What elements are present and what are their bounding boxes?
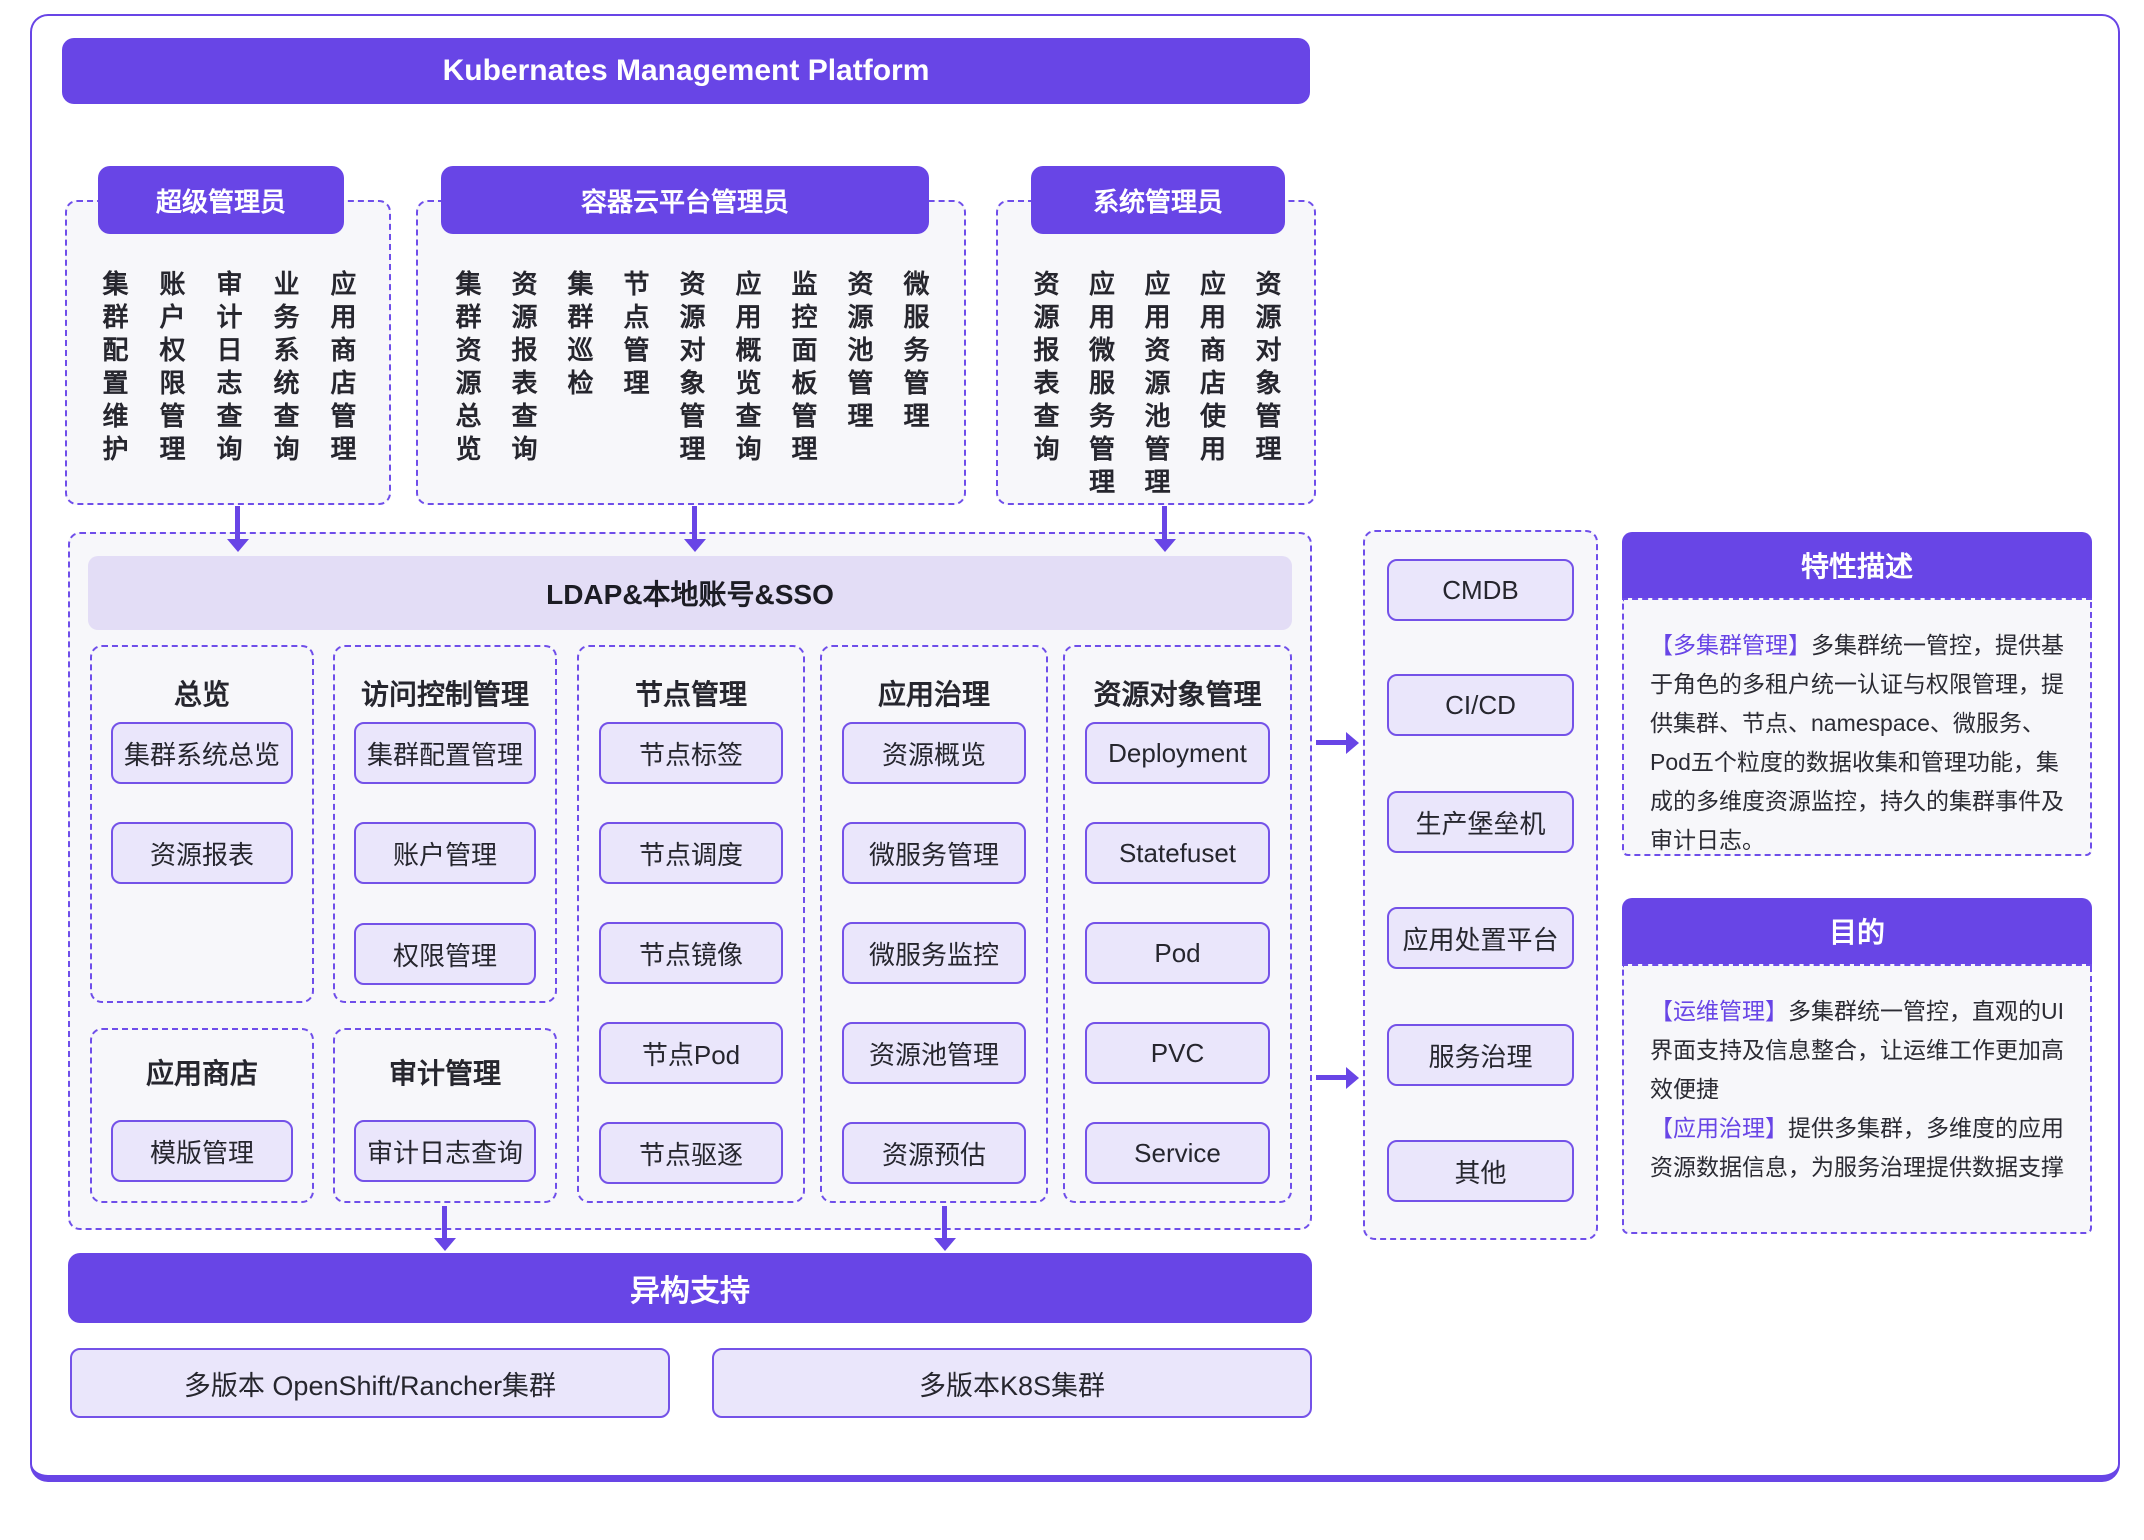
module-item: 节点Pod xyxy=(599,1022,783,1084)
integration-item: 服务治理 xyxy=(1387,1024,1574,1086)
module-item: 节点调度 xyxy=(599,822,783,884)
module-panel-resource-objects: 资源对象管理 Deployment Statefuset Pod PVC Ser… xyxy=(1063,645,1292,1203)
flow-arrow-right-icon xyxy=(1316,1075,1346,1080)
role-permission: 集群资源总览 xyxy=(454,270,480,468)
module-item: 账户管理 xyxy=(354,822,536,884)
role-permission-list: 资源报表查询 应用微服务管理 应用资源池管理 应用商店使用 资源对象管理 xyxy=(1032,270,1280,501)
cluster-box-openshift-rancher: 多版本 OpenShift/Rancher集群 xyxy=(70,1348,670,1418)
role-permission: 资源对象管理 xyxy=(1254,270,1280,501)
role-permission: 资源对象管理 xyxy=(678,270,704,468)
module-item: 资源报表 xyxy=(111,822,293,884)
purpose-panel-header: 目的 xyxy=(1622,898,2092,964)
role-permission: 资源报表查询 xyxy=(1032,270,1058,501)
role-permission: 节点管理 xyxy=(622,270,648,468)
purpose-tag: 【应用治理】 xyxy=(1650,1115,1788,1141)
role-permission: 应用商店管理 xyxy=(329,270,355,468)
role-permission-list: 集群资源总览 资源报表查询 集群巡检 节点管理 资源对象管理 应用概览查询 监控… xyxy=(454,270,928,468)
flow-arrow-right-icon xyxy=(1316,740,1346,745)
module-item: Statefuset xyxy=(1085,822,1270,884)
module-item: 微服务管理 xyxy=(842,822,1026,884)
feature-text: 多集群统一管控，提供基于角色的多租户统一认证与权限管理，提供集群、节点、name… xyxy=(1650,632,2064,853)
module-item: 节点标签 xyxy=(599,722,783,784)
module-panel-app-governance: 应用治理 资源概览 微服务管理 微服务监控 资源池管理 资源预估 xyxy=(820,645,1048,1203)
role-header-system-admin: 系统管理员 xyxy=(1031,166,1285,234)
role-permission: 资源池管理 xyxy=(846,270,872,468)
role-permission: 监控面板管理 xyxy=(790,270,816,468)
module-item: PVC xyxy=(1085,1022,1270,1084)
role-panel-system-admin: 资源报表查询 应用微服务管理 应用资源池管理 应用商店使用 资源对象管理 xyxy=(996,200,1316,505)
auth-bar: LDAP&本地账号&SSO xyxy=(88,556,1292,630)
purpose-tag: 【运维管理】 xyxy=(1650,998,1788,1024)
role-permission: 微服务管理 xyxy=(902,270,928,468)
purpose-panel-body: 【运维管理】多集群统一管控，直观的UI界面支持及信息整合，让运维工作更加高效便捷… xyxy=(1622,964,2092,1234)
integration-item: 其他 xyxy=(1387,1140,1574,1202)
module-title: 总览 xyxy=(92,673,312,713)
module-item: 权限管理 xyxy=(354,923,536,985)
role-permission: 集群巡检 xyxy=(566,270,592,468)
module-title: 资源对象管理 xyxy=(1065,673,1290,713)
role-permission: 资源报表查询 xyxy=(510,270,536,468)
role-permission: 审计日志查询 xyxy=(215,270,241,468)
module-item: 模版管理 xyxy=(111,1120,293,1182)
integration-item: CMDB xyxy=(1387,559,1574,621)
module-panel-audit: 审计管理 审计日志查询 xyxy=(333,1028,557,1203)
role-header-container-cloud-admin: 容器云平台管理员 xyxy=(441,166,929,234)
feature-tag: 【多集群管理】 xyxy=(1650,632,1811,658)
flow-arrow-down-icon xyxy=(692,506,697,539)
flow-arrow-down-icon xyxy=(235,506,240,539)
module-title: 应用治理 xyxy=(822,673,1046,713)
module-panel-app-store: 应用商店 模版管理 xyxy=(90,1028,314,1203)
module-title: 审计管理 xyxy=(335,1052,555,1092)
role-panel-super-admin: 集群配置维护 账户权限管理 审计日志查询 业务系统查询 应用商店管理 xyxy=(65,200,391,505)
role-permission: 应用资源池管理 xyxy=(1143,270,1169,501)
module-item: 审计日志查询 xyxy=(354,1120,536,1182)
module-item: Service xyxy=(1085,1122,1270,1184)
role-permission: 集群配置维护 xyxy=(101,270,127,468)
module-item: 集群配置管理 xyxy=(354,722,536,784)
module-panel-access-control: 访问控制管理 集群配置管理 账户管理 权限管理 xyxy=(333,645,557,1003)
module-item: Deployment xyxy=(1085,722,1270,784)
flow-arrow-down-icon xyxy=(442,1206,447,1238)
role-permission: 应用概览查询 xyxy=(734,270,760,468)
role-permission: 应用商店使用 xyxy=(1199,270,1225,501)
role-header-super-admin: 超级管理员 xyxy=(98,166,344,234)
module-title: 应用商店 xyxy=(92,1052,312,1092)
flow-arrow-down-icon xyxy=(942,1206,947,1238)
hetero-support-banner: 异构支持 xyxy=(68,1253,1312,1323)
module-panel-node-management: 节点管理 节点标签 节点调度 节点镜像 节点Pod 节点驱逐 xyxy=(577,645,805,1203)
module-item: 节点镜像 xyxy=(599,922,783,984)
platform-title-banner: Kubernates Management Platform xyxy=(62,38,1310,104)
module-item: 微服务监控 xyxy=(842,922,1026,984)
module-panel-overview: 总览 集群系统总览 资源报表 xyxy=(90,645,314,1003)
role-permission: 业务系统查询 xyxy=(272,270,298,468)
module-item: 资源概览 xyxy=(842,722,1026,784)
module-item: 集群系统总览 xyxy=(111,722,293,784)
module-item: 资源预估 xyxy=(842,1122,1026,1184)
module-item: Pod xyxy=(1085,922,1270,984)
role-permission: 账户权限管理 xyxy=(158,270,184,468)
module-item: 资源池管理 xyxy=(842,1022,1026,1084)
feature-panel-body: 【多集群管理】多集群统一管控，提供基于角色的多租户统一认证与权限管理，提供集群、… xyxy=(1622,598,2092,856)
integrations-panel: CMDB CI/CD 生产堡垒机 应用处置平台 服务治理 其他 xyxy=(1363,530,1598,1240)
module-title: 节点管理 xyxy=(579,673,803,713)
diagram-canvas: Kubernates Management Platform 集群配置维护 账户… xyxy=(0,0,2144,1540)
module-item: 节点驱逐 xyxy=(599,1122,783,1184)
feature-panel-header: 特性描述 xyxy=(1622,532,2092,598)
integration-item: 应用处置平台 xyxy=(1387,907,1574,969)
role-permission: 应用微服务管理 xyxy=(1088,270,1114,501)
role-panel-container-cloud-admin: 集群资源总览 资源报表查询 集群巡检 节点管理 资源对象管理 应用概览查询 监控… xyxy=(416,200,966,505)
module-title: 访问控制管理 xyxy=(335,673,555,713)
role-permission-list: 集群配置维护 账户权限管理 审计日志查询 业务系统查询 应用商店管理 xyxy=(101,270,355,468)
integration-item: 生产堡垒机 xyxy=(1387,791,1574,853)
integration-item: CI/CD xyxy=(1387,674,1574,736)
flow-arrow-down-icon xyxy=(1162,506,1167,539)
cluster-box-k8s: 多版本K8S集群 xyxy=(712,1348,1312,1418)
